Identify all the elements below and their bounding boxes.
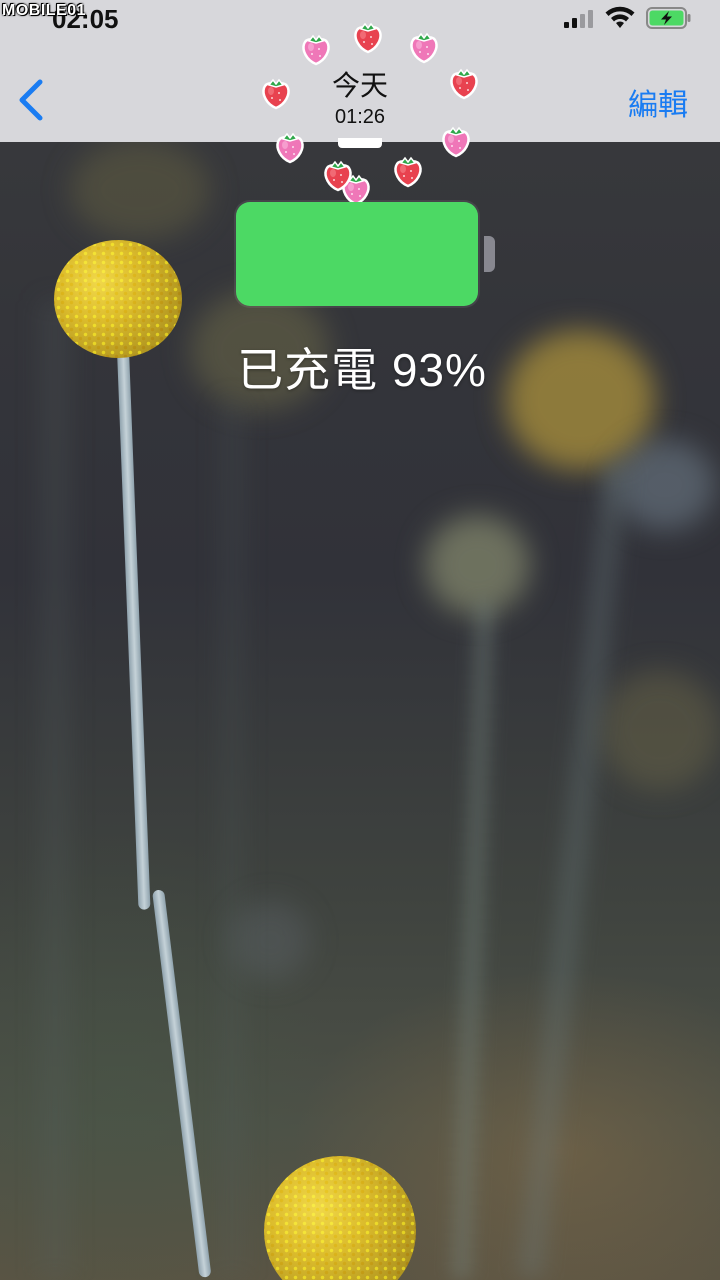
cellular-signal-icon [564,10,593,28]
charging-battery-indicator [236,202,478,306]
nav-title: 今天 [331,70,388,101]
drag-handle [338,138,382,148]
charge-percentage-label: 已充電 93% [237,344,487,396]
strawberry-icon [302,34,330,66]
strawberry-icon [394,156,422,188]
battery-charging-icon [646,7,691,29]
edit-button[interactable]: 編輯 [628,80,688,124]
strawberry-icon [324,160,352,192]
strawberry-icon [354,22,382,54]
strawberry-icon [450,68,478,100]
strawberry-icon [276,132,304,164]
strawberry-icon [442,126,470,158]
battery-cap [484,236,495,272]
strawberry-icon [262,78,290,110]
wifi-icon [605,6,635,28]
strawberry-icon [410,32,438,64]
watermark: MOBILE01 [2,2,87,19]
nav-subtitle: 01:26 [334,106,386,128]
